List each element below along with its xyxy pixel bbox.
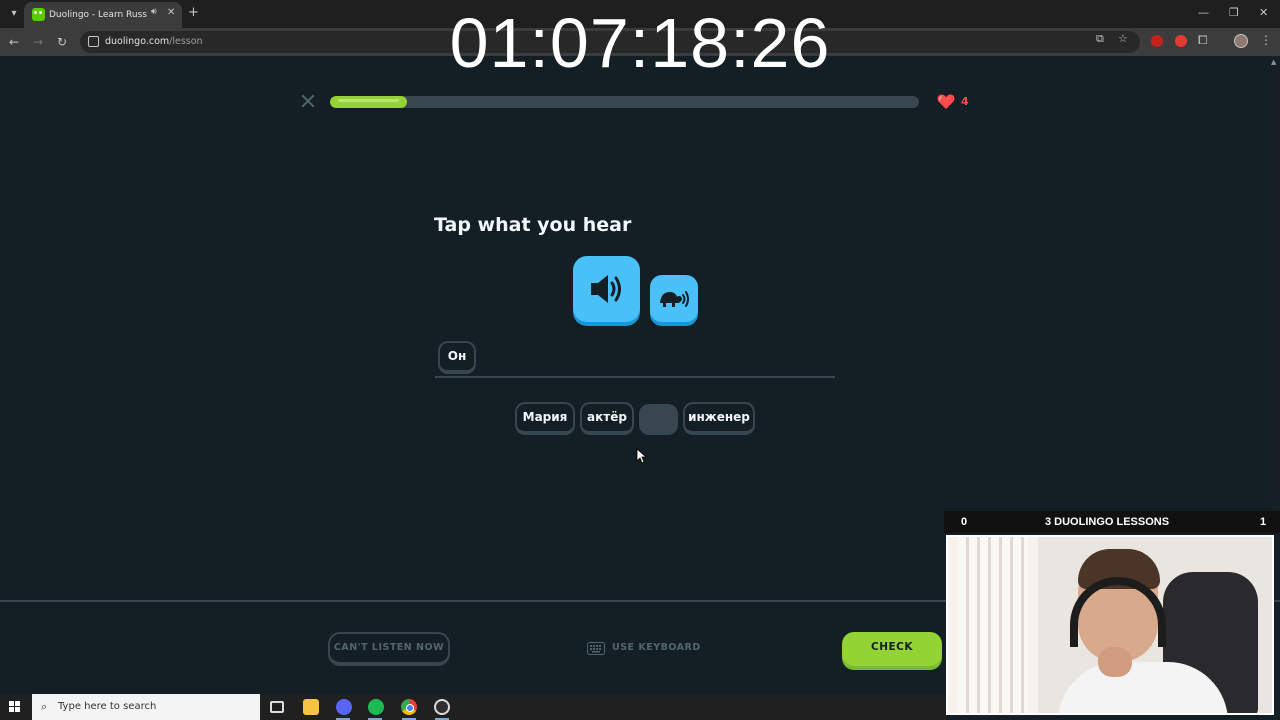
- url-path: /lesson: [169, 36, 203, 47]
- new-tab-icon[interactable]: +: [188, 5, 199, 21]
- browser-tab[interactable]: Duolingo - Learn Russian w 🔊︎ ✕: [24, 2, 182, 28]
- minimize-icon[interactable]: —: [1198, 5, 1209, 21]
- word-bank-chip[interactable]: инженер: [683, 402, 755, 435]
- close-icon[interactable]: [300, 93, 316, 109]
- goal-left-score: 0: [961, 516, 968, 528]
- tab-close-icon[interactable]: ✕: [167, 7, 175, 18]
- stream-goal-bar: 0 3 DUOLINGO LESSONS 1: [944, 511, 1280, 533]
- keyboard-icon: [587, 642, 605, 655]
- forward-icon[interactable]: →: [33, 34, 43, 50]
- tab-audio-icon[interactable]: 🔊︎: [151, 7, 157, 17]
- check-button[interactable]: CHECK: [842, 632, 942, 666]
- discord-icon[interactable]: [336, 699, 352, 715]
- extension-icon[interactable]: [1175, 35, 1187, 47]
- play-slow-audio-button[interactable]: [650, 275, 698, 322]
- extensions-puzzle-icon[interactable]: ⧠: [1198, 33, 1208, 48]
- reload-icon[interactable]: ↻: [57, 34, 67, 50]
- task-view-icon[interactable]: [270, 701, 284, 713]
- window-close-icon[interactable]: ✕: [1259, 5, 1268, 21]
- back-icon[interactable]: ←: [9, 34, 19, 50]
- lesson-progress-fill: [330, 96, 407, 108]
- windows-start-icon[interactable]: [9, 701, 21, 713]
- tab-search-icon[interactable]: ▾: [6, 6, 22, 22]
- answer-word-chip[interactable]: Он: [438, 341, 476, 374]
- bookmark-star-icon[interactable]: ☆: [1118, 32, 1128, 46]
- answer-area[interactable]: Он: [435, 338, 835, 378]
- goal-right-score: 1: [1260, 516, 1267, 528]
- profile-avatar[interactable]: [1234, 34, 1248, 48]
- play-audio-button[interactable]: [573, 256, 640, 322]
- spotify-icon[interactable]: [368, 699, 384, 715]
- cant-listen-button[interactable]: CAN'T LISTEN NOW: [328, 632, 450, 666]
- challenge-prompt: Tap what you hear: [434, 214, 632, 236]
- chrome-icon[interactable]: [401, 699, 417, 715]
- lesson-progress-bar: [330, 96, 919, 108]
- url-host: duolingo.com: [105, 36, 170, 47]
- word-bank-chip[interactable]: актёр: [580, 402, 634, 435]
- windows-taskbar: ⌕ Type here to search: [0, 694, 946, 720]
- mouse-cursor-icon: [636, 448, 646, 464]
- hearts-count: 4: [961, 95, 969, 108]
- heart-icon: [937, 94, 955, 109]
- browser-menu-icon[interactable]: ⋮: [1260, 33, 1272, 47]
- url-text[interactable]: duolingo.com/lesson: [105, 35, 203, 49]
- tab-title: Duolingo - Learn Russian w: [49, 10, 147, 20]
- speaker-icon: [591, 275, 621, 303]
- turtle-icon: [660, 291, 689, 307]
- taskbar-search-placeholder: Type here to search: [58, 701, 157, 712]
- taskbar-search-input[interactable]: ⌕ Type here to search: [32, 694, 260, 720]
- scroll-up-icon[interactable]: ▲: [1271, 58, 1276, 66]
- word-bank-chip-used: [639, 404, 678, 435]
- restore-icon[interactable]: ❐: [1229, 5, 1239, 21]
- use-keyboard-label: USE KEYBOARD: [612, 642, 701, 653]
- stream-timer: 01:07:18:26: [449, 4, 831, 82]
- site-info-icon[interactable]: [88, 36, 99, 47]
- page-scrollbar[interactable]: ▲: [1270, 56, 1280, 520]
- duolingo-favicon-icon: [32, 8, 45, 21]
- obs-icon[interactable]: [434, 699, 450, 715]
- webcam-feed: [946, 535, 1274, 715]
- search-icon: ⌕: [41, 700, 48, 713]
- adblock-extension-icon[interactable]: [1151, 35, 1163, 47]
- file-explorer-icon[interactable]: [303, 699, 319, 715]
- install-app-icon[interactable]: ⧉: [1096, 32, 1104, 46]
- goal-label: 3 DUOLINGO LESSONS: [1045, 516, 1170, 528]
- word-bank-chip[interactable]: Мария: [515, 402, 575, 435]
